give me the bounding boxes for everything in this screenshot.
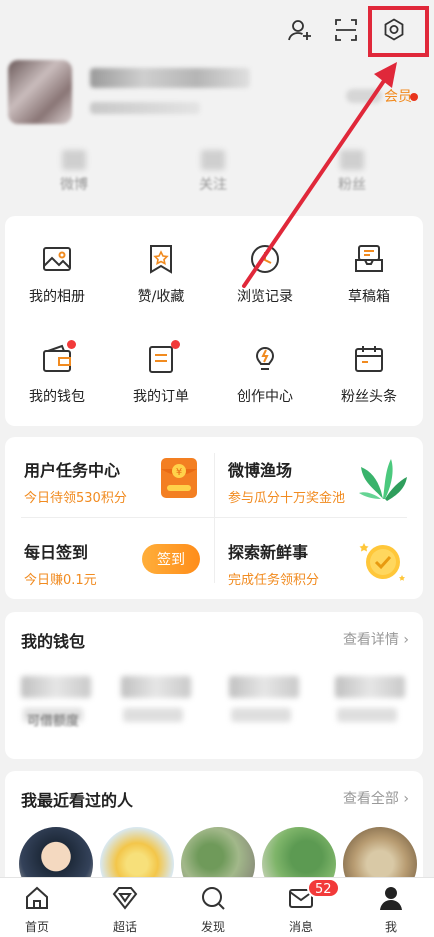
vip-level-blurred — [346, 89, 382, 103]
task-subtitle: 参与瓜分十万奖金池 — [228, 491, 346, 506]
grid-item-label: 草稿箱 — [348, 289, 390, 305]
grid-item-label: 我的订单 — [133, 389, 189, 405]
tab-super-topic[interactable]: 超话 — [95, 884, 155, 935]
task-title: 微博渔场 — [228, 461, 293, 480]
feature-grid-card: 我的相册 赞/收藏 浏览记录 草稿箱 我的钱包 我的订单 创作中心 粉丝头条 — [5, 216, 423, 426]
tab-label: 首页 — [24, 920, 49, 934]
divider-horizontal — [21, 517, 407, 518]
wallet-card: 我的钱包 查看详情 › 可借额度 — [5, 612, 423, 759]
task-title: 每日签到 — [24, 543, 89, 562]
grid-item-album[interactable]: 我的相册 — [5, 242, 109, 306]
vip-badge[interactable]: 会员 — [346, 86, 412, 106]
grid-item-creator-center[interactable]: 创作中心 — [213, 342, 317, 406]
grid-item-orders[interactable]: 我的订单 — [109, 340, 213, 406]
order-icon — [144, 340, 180, 376]
grid-item-label: 浏览记录 — [237, 289, 293, 305]
diamond-icon — [112, 887, 138, 910]
tab-label: 消息 — [288, 920, 313, 934]
task-explore[interactable]: 探索新鲜事 完成任务领积分 — [228, 539, 319, 588]
stat-value-blurred — [340, 150, 364, 170]
wallet-label-blurred — [231, 708, 291, 722]
wallet-value-blurred — [335, 676, 405, 698]
task-subtitle: 今日待领530积分 — [24, 491, 127, 506]
username-blurred — [90, 68, 250, 88]
wallet-label-blurred — [337, 708, 397, 722]
bottom-tab-bar: 首页 超话 发现 52 消息 我 — [0, 877, 434, 937]
plant-icon — [355, 449, 411, 509]
person-icon — [380, 887, 402, 910]
message-count-badge: 52 — [307, 878, 340, 898]
tab-me[interactable]: 我 — [361, 884, 421, 935]
grid-item-likes[interactable]: 赞/收藏 — [109, 242, 213, 306]
tab-discover[interactable]: 发现 — [183, 884, 243, 935]
tab-label: 超话 — [112, 920, 137, 934]
tab-home[interactable]: 首页 — [7, 884, 67, 935]
stat-followers[interactable]: 粉丝 — [312, 150, 392, 194]
grid-item-label: 赞/收藏 — [137, 289, 185, 305]
task-daily-checkin[interactable]: 每日签到 今日赚0.1元 — [24, 539, 97, 588]
settings-highlight-box — [368, 6, 429, 57]
stat-following[interactable]: 关注 — [173, 150, 253, 194]
wallet-title: 我的钱包 — [21, 632, 86, 651]
profile-header[interactable]: 会员 — [0, 58, 434, 148]
recent-title: 我最近看过的人 — [21, 791, 134, 810]
stat-value-blurred — [62, 150, 86, 170]
user-description-blurred — [90, 102, 200, 114]
red-envelope-icon: ¥ — [157, 455, 203, 505]
stats-row: 微博 关注 粉丝 — [0, 150, 434, 200]
grid-item-drafts[interactable]: 草稿箱 — [317, 242, 421, 306]
scan-icon[interactable] — [328, 12, 364, 48]
home-icon — [26, 886, 48, 909]
divider-vertical — [214, 453, 215, 583]
grid-item-fan-headlines[interactable]: 粉丝头条 — [317, 342, 421, 406]
notification-dot — [171, 340, 180, 349]
grid-item-label: 我的钱包 — [29, 389, 85, 405]
task-title: 探索新鲜事 — [228, 543, 309, 562]
recent-people-card: 我最近看过的人 查看全部 › — [5, 771, 423, 901]
stat-label: 微博 — [60, 177, 88, 193]
task-user-center[interactable]: 用户任务中心 今日待领530积分 — [24, 457, 127, 506]
checkin-button[interactable]: 签到 — [142, 544, 200, 574]
task-subtitle: 完成任务领积分 — [228, 573, 320, 588]
task-card: 用户任务中心 今日待领530积分 ¥ 微博渔场 参与瓜分十万奖金池 每日签到 今… — [5, 437, 423, 599]
clock-icon — [248, 242, 282, 276]
notification-dot — [67, 340, 76, 349]
stat-label: 粉丝 — [338, 177, 366, 193]
task-subtitle: 今日赚0.1元 — [24, 573, 97, 588]
lightning-icon — [248, 342, 282, 376]
vip-red-dot — [410, 93, 418, 101]
recent-view-all-link[interactable]: 查看全部 › — [343, 788, 409, 808]
wallet-value-blurred — [229, 676, 299, 698]
stat-label: 关注 — [199, 177, 227, 193]
tab-label: 我 — [384, 920, 397, 934]
calendar-icon — [352, 342, 386, 376]
wallet-value-blurred — [121, 676, 191, 698]
grid-item-history[interactable]: 浏览记录 — [213, 242, 317, 306]
wallet-item-label: 可借额度 — [27, 714, 80, 729]
coin-check-icon — [359, 537, 407, 589]
tab-label: 发现 — [200, 920, 225, 934]
avatar[interactable] — [8, 60, 72, 124]
search-icon — [202, 887, 225, 910]
stat-posts[interactable]: 微博 — [34, 150, 114, 194]
grid-item-label: 我的相册 — [29, 289, 85, 305]
task-weibo-fishery[interactable]: 微博渔场 参与瓜分十万奖金池 — [228, 457, 345, 506]
add-user-icon[interactable] — [282, 12, 318, 48]
grid-item-wallet[interactable]: 我的钱包 — [5, 340, 109, 406]
tab-messages[interactable]: 52 消息 — [271, 878, 340, 935]
stat-value-blurred — [201, 150, 225, 170]
star-tag-icon — [144, 242, 178, 276]
grid-item-label: 粉丝头条 — [341, 389, 397, 405]
inbox-icon — [352, 242, 386, 276]
wallet-label-blurred — [123, 708, 183, 722]
grid-item-label: 创作中心 — [237, 389, 293, 405]
vip-label: 会员 — [384, 89, 412, 105]
image-icon — [40, 242, 74, 276]
wallet-icon — [40, 340, 76, 376]
svg-text:¥: ¥ — [176, 467, 182, 478]
wallet-value-blurred — [21, 676, 91, 698]
task-title: 用户任务中心 — [24, 461, 121, 480]
wallet-view-details-link[interactable]: 查看详情 › — [343, 629, 409, 649]
